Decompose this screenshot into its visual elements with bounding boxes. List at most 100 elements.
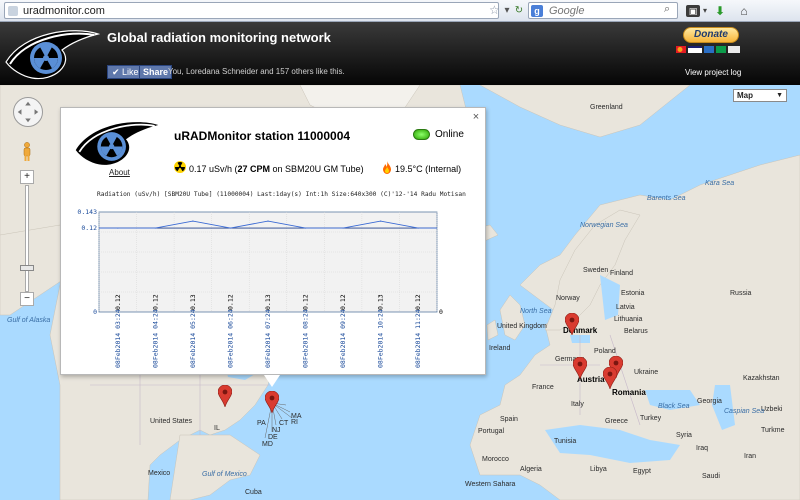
- station-marker-pin-icon[interactable]: [573, 357, 587, 379]
- map-label: Latvia: [616, 304, 635, 311]
- map-label: Finland: [610, 270, 633, 277]
- station-marker-pin-icon[interactable]: [603, 367, 617, 389]
- zoom-out-button[interactable]: −: [20, 292, 34, 306]
- zoom-slider-track[interactable]: [25, 185, 29, 292]
- map-label: Estonia: [621, 290, 645, 297]
- chart-x-axis: 08Feb2014 03:24 08Feb2014 04:24 08Feb2014 …: [114, 309, 422, 368]
- zoom-slider-handle[interactable]: [20, 265, 34, 271]
- chart-y-tick-label: 0.143: [77, 208, 97, 216]
- addon-icon[interactable]: ▣: [686, 5, 700, 17]
- map-label: MD: [262, 441, 273, 448]
- reading-cpm: 27 CPM: [237, 164, 271, 174]
- map-label: Lithuania: [614, 316, 643, 323]
- map-label: Italy: [571, 401, 584, 408]
- map-label: Gulf of Alaska: [7, 317, 51, 324]
- chart-x-tick-label: 08Feb2014 03:24: [114, 309, 122, 368]
- map-label: Portugal: [478, 428, 505, 435]
- temperature-reading: 19.5°C (Internal): [395, 164, 462, 174]
- chart-data-point: [267, 220, 269, 222]
- chart-y-tick-label: 0.12: [81, 224, 97, 232]
- chart-value-label: 0.12: [114, 294, 122, 310]
- chart-data-point: [192, 220, 194, 222]
- map-label: Turkey: [640, 415, 662, 422]
- map-label: IL: [214, 425, 220, 432]
- home-icon[interactable]: ⌂: [737, 3, 751, 19]
- download-icon[interactable]: ⬇: [713, 3, 727, 19]
- map-label: Greece: [605, 418, 628, 425]
- map-label: Barents Sea: [647, 195, 686, 202]
- station-marker-pin-icon[interactable]: [565, 313, 579, 335]
- map-label: Poland: [594, 348, 616, 355]
- chart-x-tick-label: 08Feb2014 09:24: [339, 309, 347, 368]
- payment-cards-icon: [676, 46, 740, 53]
- map-label: Cuba: [245, 489, 262, 496]
- map-label: Georgia: [697, 398, 722, 405]
- search-input[interactable]: [549, 4, 659, 18]
- map-label: RI: [291, 419, 298, 426]
- uradmonitor-eye-logo-icon[interactable]: [4, 24, 100, 82]
- search-box[interactable]: g ⌕: [528, 2, 678, 19]
- search-icon[interactable]: ⌕: [664, 3, 670, 16]
- map-label: Saudi: [702, 473, 720, 480]
- map-label: Syria: [676, 432, 692, 439]
- chart-value-label: 0.12: [151, 294, 159, 310]
- chart-x-end-label: 0: [439, 308, 443, 316]
- map-label: Norwegian Sea: [580, 222, 628, 229]
- map-label: Western Sahara: [465, 481, 516, 488]
- map-label: Kazakhstan: [743, 375, 780, 382]
- chart-x-tick-label: 08Feb2014 07:24: [264, 309, 272, 368]
- station-marker-pin-icon[interactable]: [218, 385, 232, 407]
- map-label: CT: [279, 420, 289, 427]
- chart-data-point: [154, 227, 156, 229]
- address-bar[interactable]: uradmonitor.com ☆: [4, 2, 500, 19]
- map-label: Algeria: [520, 466, 542, 473]
- map-label: North Sea: [520, 308, 552, 315]
- chart-y-tick-label: 0: [93, 308, 97, 316]
- map-label: Egypt: [633, 468, 651, 475]
- map-pan-control[interactable]: [13, 97, 43, 127]
- map-label: France: [532, 384, 554, 391]
- addon-menu-arrow-icon[interactable]: ▾: [701, 3, 709, 19]
- station-title: uRADMonitor station 11000004: [174, 129, 351, 143]
- site-favicon-icon: [8, 6, 18, 16]
- view-project-log-link[interactable]: View project log: [685, 68, 741, 77]
- address-bar-url[interactable]: uradmonitor.com: [23, 5, 105, 17]
- search-engine-icon[interactable]: g: [531, 5, 543, 17]
- reload-icon[interactable]: ↻: [512, 3, 526, 18]
- chart-x-tick-label: 08Feb2014 06:24: [226, 309, 234, 368]
- radiation-trefoil-icon: [174, 161, 186, 173]
- map-label: Morocco: [482, 456, 509, 463]
- map-label: Mexico: [148, 470, 171, 477]
- street-view-pegman-icon[interactable]: [22, 142, 32, 162]
- chart-value-label: 0.12: [414, 294, 422, 310]
- chart-data-point: [304, 227, 307, 229]
- reading-value: 0.17 uSv/h (: [189, 164, 238, 174]
- map-type-select[interactable]: Map ▼: [733, 89, 787, 102]
- chart-data-point: [380, 220, 382, 222]
- map-label: Gulf of Mexico: [202, 471, 247, 478]
- map-label: Turkme: [761, 427, 785, 434]
- radiation-reading: 0.17 uSv/h (27 CPM on SBM20U GM Tube): [189, 164, 364, 174]
- donate-button[interactable]: Donate: [683, 27, 739, 43]
- map-label: Belarus: [624, 328, 648, 335]
- chart-value-label: 0.12: [339, 294, 347, 310]
- about-link[interactable]: About: [109, 168, 130, 177]
- chart-data-point: [342, 227, 344, 229]
- map-label: PA: [257, 420, 266, 427]
- map-label: Romania: [612, 388, 646, 397]
- map-label: Ireland: [489, 345, 511, 352]
- browser-toolbar: uradmonitor.com ☆ ▾ ↻ g ⌕ ▣ ▾ ⬇ ⌂: [0, 0, 800, 22]
- station-marker-pin-icon[interactable]: [265, 391, 279, 413]
- zoom-in-button[interactable]: +: [20, 170, 34, 184]
- map-label: Uzbeki: [761, 406, 783, 413]
- map-label: Caspian Sea: [724, 408, 765, 415]
- map-label: Sweden: [583, 267, 609, 274]
- chart-value-label: 0.13: [189, 294, 197, 310]
- chart-x-tick-label: 08Feb2014 04:24: [151, 309, 159, 368]
- map-label: Russia: [730, 290, 752, 297]
- site-title: Global radiation monitoring network: [107, 30, 331, 45]
- close-icon[interactable]: ×: [471, 112, 481, 123]
- bookmark-star-icon[interactable]: ☆: [489, 3, 500, 17]
- chart-x-tick-label: 08Feb2014 05:24: [189, 309, 197, 368]
- chart-value-label: 0.13: [377, 294, 385, 310]
